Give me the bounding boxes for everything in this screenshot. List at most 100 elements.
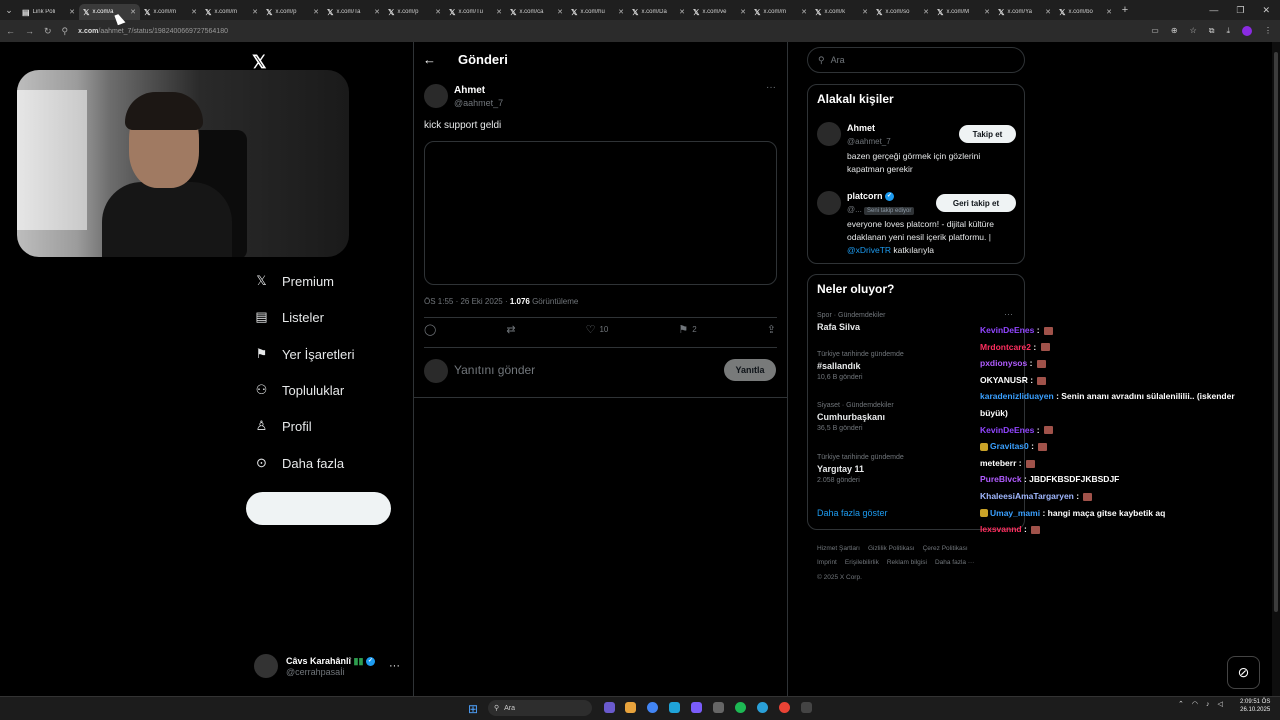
share-action[interactable]: ⇪ — [767, 323, 776, 336]
account-switcher[interactable]: Câvs Karahânlî ▮▮ ✓ @cerrahpasaİi — [254, 654, 375, 678]
browser-tab[interactable]: 𝕏x.com/ca ✕ — [506, 4, 567, 20]
chrome-icon[interactable] — [779, 702, 790, 713]
back-nav-icon[interactable]: ← — [6, 26, 15, 36]
app-icon[interactable] — [713, 702, 724, 713]
speaker-icon[interactable]: ◁ — [1217, 700, 1222, 708]
browser-tab[interactable]: 𝕏x.com/Ta ✕ — [323, 4, 384, 20]
mic-icon[interactable]: ♪ — [1206, 701, 1210, 708]
footer-link[interactable]: Erişilebilirlik — [845, 559, 879, 566]
author-name[interactable]: Ahmet — [454, 85, 485, 96]
tab-list-button[interactable]: ⌄ — [0, 0, 18, 20]
close-tab-icon[interactable]: ✕ — [740, 8, 746, 16]
browser-tab[interactable]: 𝕏x.com/ve ✕ — [689, 4, 750, 20]
chat-user[interactable]: KevinDeEnes — [980, 325, 1034, 335]
spotify-icon[interactable] — [735, 702, 746, 713]
nav-item-topluluklar[interactable]: ⚇ Topluluklar — [254, 382, 344, 398]
nav-item-profil[interactable]: ♙ Profil — [254, 418, 312, 434]
scrollbar-thumb[interactable] — [1274, 52, 1278, 612]
browser-tab[interactable]: ▤ Link Poli ✕ — [18, 4, 79, 20]
trend-item[interactable]: Siyaset · Gündemdekiler Cumhurbaşkanı 36,5… — [817, 402, 894, 432]
zoom-icon[interactable]: ⊕ — [1171, 26, 1178, 36]
reply-button[interactable]: Yanıtla — [724, 359, 776, 381]
close-tab-icon[interactable]: ✕ — [1106, 8, 1112, 16]
show-more-link[interactable]: Daha fazla göster — [817, 508, 888, 518]
minimize-icon[interactable]: — — [1209, 5, 1218, 16]
nav-item-yer-i-şaretleri[interactable]: ⚑ Yer İşaretleri — [254, 346, 355, 362]
chat-user[interactable]: KhaleesiAmaTargaryen — [980, 491, 1074, 501]
browser-tab[interactable]: 𝕏x.com/m ✕ — [140, 4, 201, 20]
download-icon[interactable]: ⤓ — [1226, 26, 1230, 36]
restore-icon[interactable]: ❐ — [1236, 5, 1244, 16]
post-time[interactable]: ÖS 1:55 · 26 Eki 2025 · — [424, 297, 510, 306]
browser-tab[interactable]: 𝕏x.com/k ✕ — [811, 4, 872, 20]
close-tab-icon[interactable]: ✕ — [984, 8, 990, 16]
search-input[interactable]: ⚲ Ara — [807, 47, 1025, 73]
url-field[interactable]: x.com/aahmet_7/status/198240066972756418… — [78, 28, 228, 35]
follow-back-button[interactable]: Geri takip et — [936, 194, 1016, 212]
trend-item[interactable]: Türkiye tarihinde gündemde #sallandık 10,6… — [817, 351, 904, 381]
browser-tab[interactable]: 𝕏x.com/so ✕ — [872, 4, 933, 20]
profile-avatar-icon[interactable] — [1242, 26, 1252, 36]
browser-tab[interactable]: 𝕏x.com/p ✕ — [384, 4, 445, 20]
browser-tab[interactable]: 𝕏x.com/Da ✕ — [628, 4, 689, 20]
browser-tab[interactable]: 𝕏x.com/hu ✕ — [567, 4, 628, 20]
close-tab-icon[interactable]: ✕ — [1045, 8, 1051, 16]
footer-link[interactable]: Gizlilik Politikası — [868, 545, 915, 552]
trend-item[interactable]: Türkiye tarihinde gündemde Yargıtay 11 2.0… — [817, 454, 904, 484]
chat-user[interactable]: OKYANUSR — [980, 375, 1028, 385]
repost-action[interactable]: ⇄ — [506, 323, 515, 336]
follow-button[interactable]: Takip et — [959, 125, 1016, 143]
chat-user[interactable]: Umay_mami — [990, 508, 1040, 518]
bookmark-action[interactable]: ⚑ 2 — [678, 323, 696, 336]
browser-tab[interactable]: 𝕏x.com/Ya ✕ — [994, 4, 1055, 20]
browser-tab[interactable]: 𝕏x.com/bo ✕ — [1055, 4, 1116, 20]
chat-user[interactable]: KevinDeEnes — [980, 425, 1034, 435]
account-more-icon[interactable]: ··· — [389, 660, 400, 672]
close-window-icon[interactable]: ✕ — [1262, 5, 1270, 16]
close-tab-icon[interactable]: ✕ — [923, 8, 929, 16]
chevron-up-icon[interactable]: ⌃ — [1178, 700, 1184, 708]
person-handle[interactable]: @aahmet_7 — [847, 137, 891, 146]
close-tab-icon[interactable]: ✕ — [191, 8, 197, 16]
footer-link[interactable]: Hizmet Şartları — [817, 545, 860, 552]
like-action[interactable]: ♡ 10 — [586, 323, 609, 336]
close-tab-icon[interactable]: ✕ — [618, 8, 624, 16]
trend-more-icon[interactable]: ··· — [1004, 309, 1013, 319]
back-arrow-icon[interactable]: ← — [423, 52, 436, 67]
bio-link[interactable]: @xDriveTR — [847, 245, 891, 255]
forward-nav-icon[interactable]: → — [25, 26, 34, 36]
close-tab-icon[interactable]: ✕ — [252, 8, 258, 16]
chat-user[interactable]: karadenizliduayen — [980, 391, 1054, 401]
reply-input[interactable]: Yanıtını gönder — [454, 363, 535, 377]
star-icon[interactable]: ☆ — [1190, 26, 1197, 36]
extensions-icon[interactable]: ⧉ — [1209, 26, 1215, 36]
footer-link[interactable]: Reklam bilgisi — [887, 559, 927, 566]
person-avatar[interactable] — [817, 122, 841, 146]
cast-icon[interactable]: ▭ — [1151, 26, 1159, 36]
new-tab-button[interactable]: + — [1116, 0, 1134, 20]
close-tab-icon[interactable]: ✕ — [435, 8, 441, 16]
close-tab-icon[interactable]: ✕ — [69, 8, 75, 16]
post-more-icon[interactable]: ··· — [766, 82, 776, 93]
site-info-icon[interactable]: ⚲ — [62, 26, 69, 37]
nav-item-premium[interactable]: 𝕏 Premium — [254, 273, 334, 289]
footer-link[interactable]: Imprint — [817, 559, 837, 566]
post-media[interactable] — [424, 141, 777, 285]
chat-user[interactable]: pxdionysos — [980, 358, 1027, 368]
close-tab-icon[interactable]: ✕ — [862, 8, 868, 16]
close-tab-icon[interactable]: ✕ — [557, 8, 563, 16]
author-handle[interactable]: @aahmet_7 — [454, 98, 503, 108]
folder-icon[interactable] — [625, 702, 636, 713]
grok-button[interactable]: ⊘ — [1227, 656, 1260, 689]
chat-user[interactable]: Gravitas0 — [990, 441, 1029, 451]
chrome-icon[interactable] — [647, 702, 658, 713]
author-avatar[interactable] — [424, 84, 448, 108]
menu-kebab-icon[interactable]: ⋮ — [1264, 26, 1272, 36]
copilot-icon[interactable] — [604, 702, 615, 713]
person-name[interactable]: Ahmet — [847, 123, 875, 133]
chat-user[interactable]: Mrdontcare2 — [980, 342, 1031, 352]
obs-icon[interactable] — [801, 702, 812, 713]
discord-icon[interactable] — [691, 702, 702, 713]
wifi-icon[interactable]: ◠ — [1192, 700, 1198, 708]
app-icon[interactable] — [757, 702, 768, 713]
